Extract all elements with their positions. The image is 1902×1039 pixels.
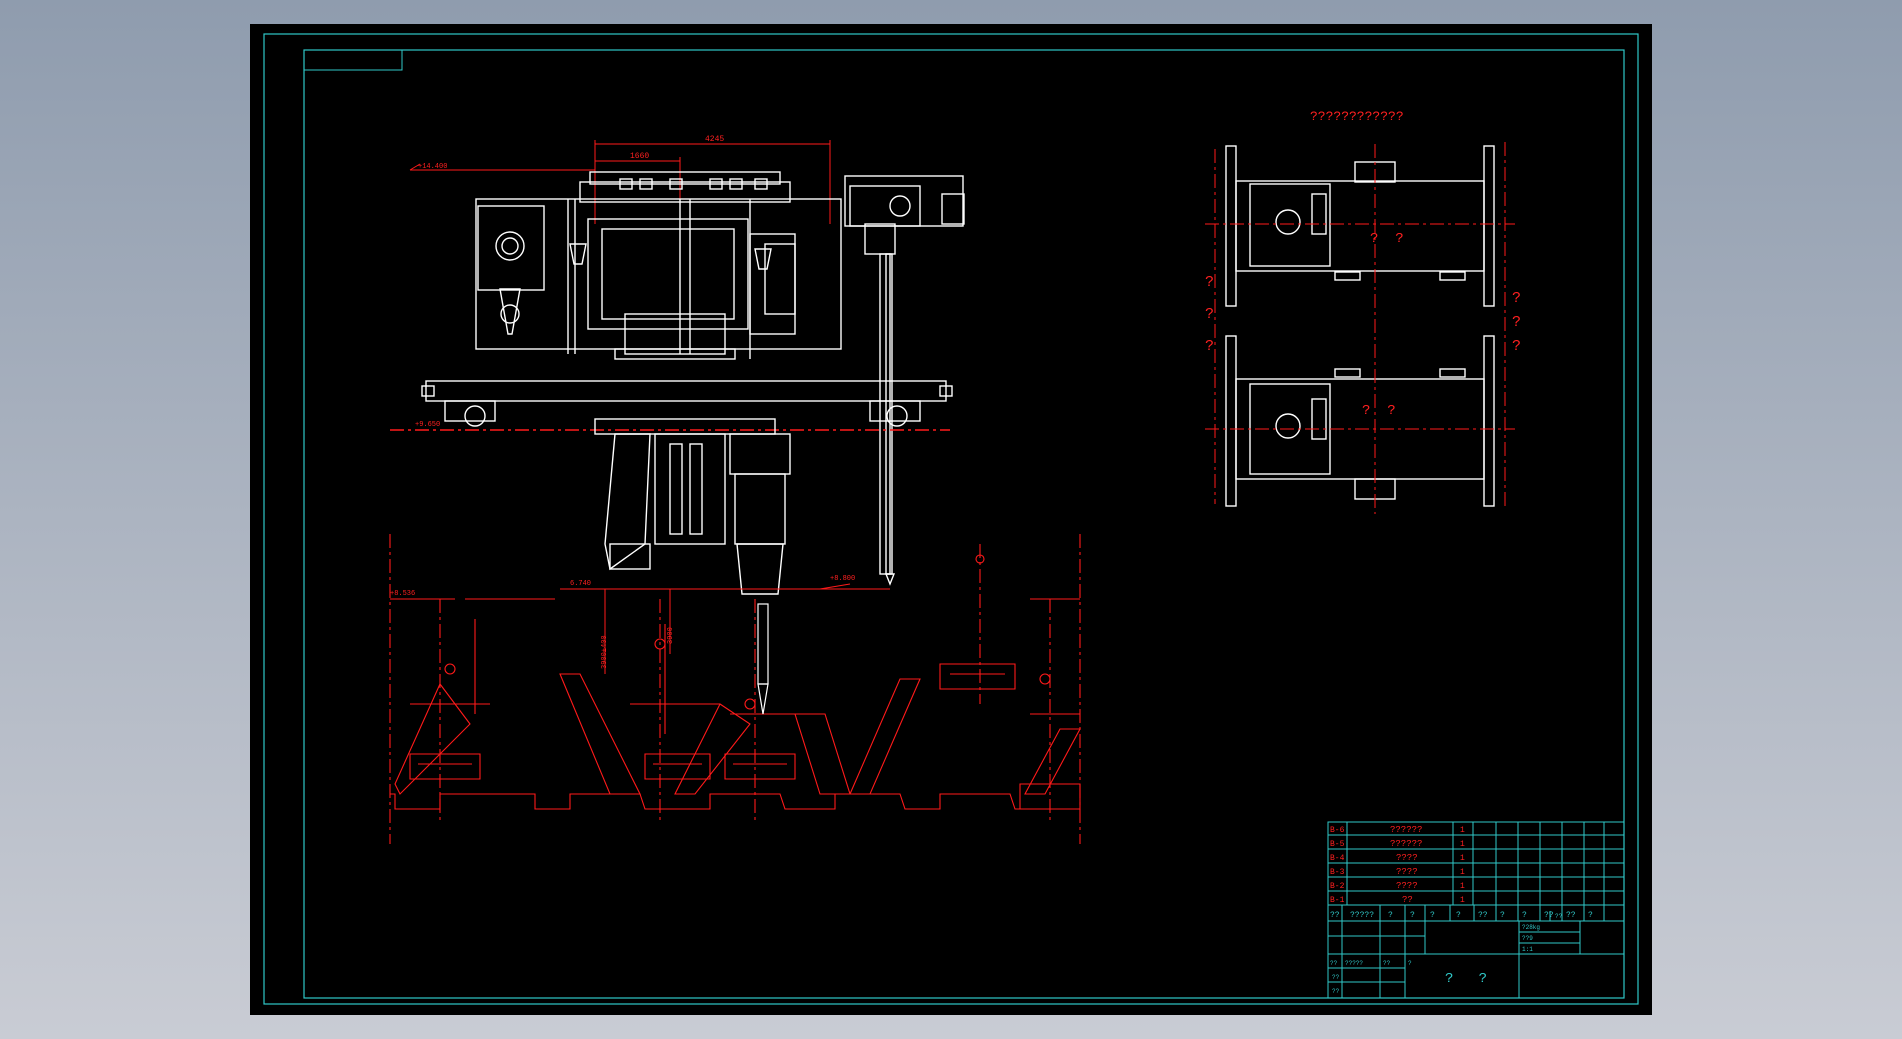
sheet-border-outer [263,33,1639,1005]
tb-right-a: ?28kg [1522,924,1540,931]
elev-rail-label: +9.650 [415,421,440,429]
part-qty-6: 1 [1460,896,1465,905]
tb-row-b-1: ?? [1332,974,1340,981]
top-view-centerlines [1205,142,1515,514]
tb-drawing-name: ? ? [1445,971,1487,987]
dim-vert-b: 3900 [667,627,675,644]
top-view-mark-left-3: ? [1205,338,1214,355]
tb-header-10: ?? [1544,911,1554,920]
tb-header-6: ? [1456,911,1461,920]
top-view-mark-left-2: ? [1205,306,1214,323]
top-view-mark-right-1: ? [1512,290,1521,307]
tb-header-2: ????? [1350,911,1374,920]
red-fixtures [389,534,1081,844]
part-name-1: ?????? [1390,825,1422,835]
part-name-5: ???? [1396,881,1418,891]
sheet-border-inner [303,49,1625,999]
lower-carriage [594,418,791,595]
gantry-upper [475,171,842,360]
part-name-6: ?? [1402,895,1413,905]
tb-header-8: ? [1500,911,1505,920]
corner-label-box [303,49,403,71]
top-view-mark-right-2: ? [1512,314,1521,331]
bottom-dimensions: 6.740 +8.800 +8.536 3900±400 3900 [390,575,890,674]
tb-right-b: ??9 [1522,935,1533,942]
part-code-1: B-6 [1330,826,1345,835]
top-view-center-lower: ? ? [1362,403,1396,419]
part-name-4: ???? [1396,867,1418,877]
part-qty-3: 1 [1460,854,1465,863]
part-code-2: B-5 [1330,840,1345,849]
tb-right-c: 1:1 [1522,946,1533,953]
dim-top-width: 4245 [705,135,724,144]
top-view-mark-right-3: ? [1512,338,1521,355]
part-qty-4: 1 [1460,868,1465,877]
part-code-6: B-1 [1330,896,1345,905]
tb-header-7: ?? [1478,911,1488,920]
tb-right-d: ?? [1555,913,1563,920]
part-qty-1: 1 [1460,826,1465,835]
top-view: ???????????? ? ? ? ? ? ? ? ? ? ? [1205,109,1521,514]
elev-top-label: +14.400 [418,163,447,171]
top-view-title: ???????????? [1310,109,1404,124]
part-qty-5: 1 [1460,882,1465,891]
top-view-center-upper: ? ? [1370,231,1404,247]
tb-header-1: ?? [1330,911,1340,920]
top-view-lower [1225,335,1495,507]
tb-header-12: ? [1588,911,1593,920]
part-name-2: ?????? [1390,839,1422,849]
tb-row-a-1: ?? [1330,960,1338,967]
part-code-5: B-2 [1330,882,1345,891]
tb-row-c-1: ?? [1332,988,1340,995]
elev-bottom-label: 6.740 [570,580,591,588]
title-block: B-6 ?????? 1 B-5 ?????? 1 B-4 ???? 1 B-3… [1327,821,1625,999]
tb-header-5: ? [1430,911,1435,920]
tb-row-a-4: ? [1408,960,1412,967]
rail-beam: +9.650 [390,380,953,431]
elev-left-ground-label: +8.536 [390,590,415,598]
dim-vert-a: 3900±400 [601,635,609,669]
top-view-mark-left-1: ? [1205,274,1214,291]
cad-viewport[interactable]: 4245 1660 +14.400 +9.650 6.740 +8.800 +8… [250,24,1652,1015]
dim-inner-width: 1660 [630,152,649,161]
tb-row-a-2: ????? [1345,960,1363,967]
part-code-3: B-4 [1330,854,1345,863]
tb-header-3: ? [1388,911,1393,920]
part-qty-2: 1 [1460,840,1465,849]
part-code-4: B-3 [1330,868,1345,877]
tb-header-9: ? [1522,911,1527,920]
part-name-3: ???? [1396,853,1418,863]
top-view-upper [1225,145,1495,307]
elev-right-label: +8.800 [830,575,855,583]
tb-row-a-3: ?? [1383,960,1391,967]
tb-header-4: ? [1410,911,1415,920]
front-elevation: 4245 1660 +14.400 +9.650 6.740 +8.800 +8… [389,135,1081,844]
right-tower [844,175,965,586]
tb-header-11: ?? [1566,911,1576,920]
